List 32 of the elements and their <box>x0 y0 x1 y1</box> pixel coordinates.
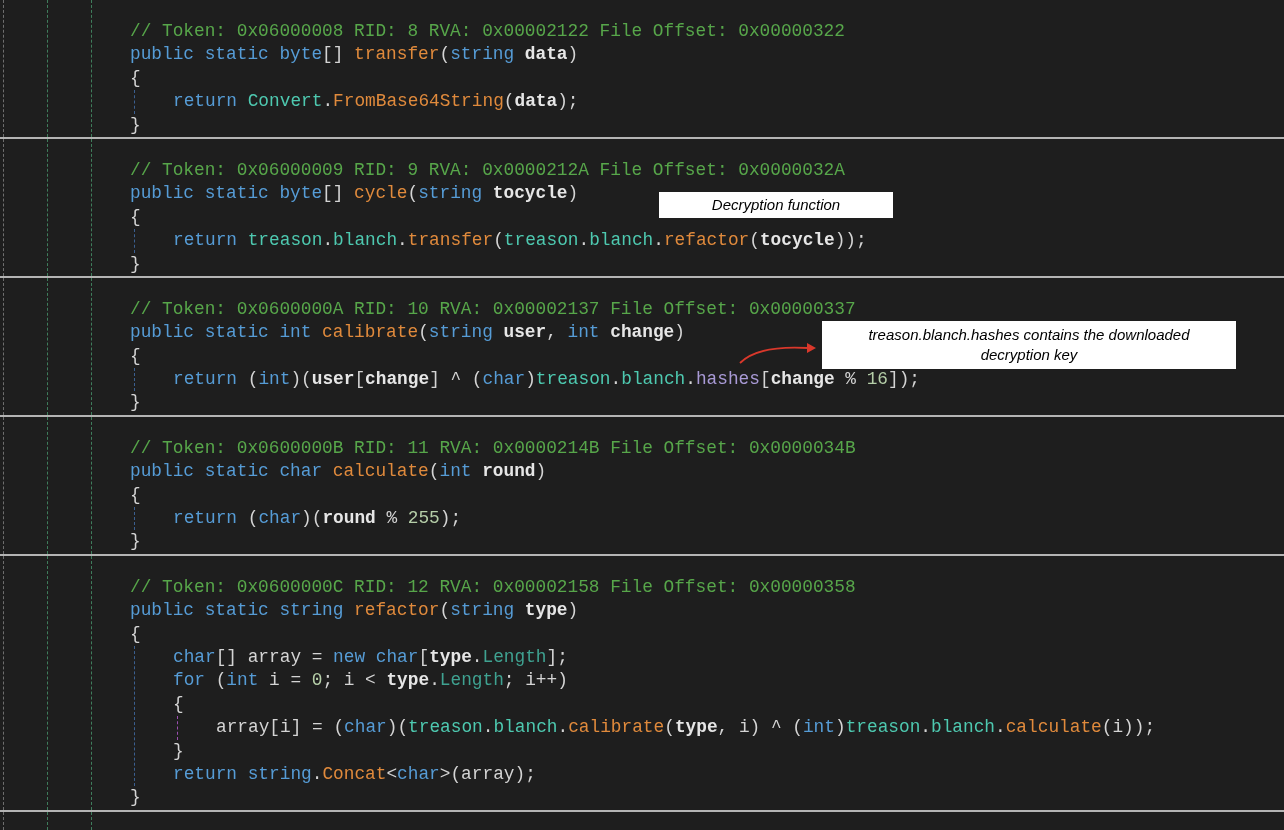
code-line: { <box>130 66 141 90</box>
code-line: public static int calibrate(string user, int change) <box>130 321 685 345</box>
code-line: return (char)(round % 255); <box>173 507 462 531</box>
annotation-label: treason.blanch.hashes contains the downloaded decryption key <box>822 321 1236 369</box>
code-line: for (int i = 0; i < type.Length; i++) <box>173 669 568 693</box>
code-comment: // Token: 0x06000008 RID: 8 RVA: 0x00002122 File Offset: 0x00000322 <box>130 20 845 43</box>
code-line: } <box>130 252 141 276</box>
code-comment: // Token: 0x06000009 RID: 9 RVA: 0x0000212A File Offset: 0x0000032A <box>130 158 845 182</box>
code-line: array[i] = (char)(treason.blanch.calibrate(type, i) ^ (int)treason.blanch.calculate(i)); <box>216 716 1156 740</box>
annotation-label: Decryption function <box>659 192 893 218</box>
code-line: { <box>173 692 184 716</box>
code-line: public static string refactor(string type) <box>130 599 579 623</box>
code-line: { <box>130 622 141 646</box>
code-line: { <box>130 344 141 368</box>
code-line: } <box>173 739 184 763</box>
code-line: } <box>130 391 141 415</box>
code-line: return (int)(user[change] ^ (char)treason.blanch.hashes[change % 16]); <box>173 368 921 392</box>
code-line: return treason.blanch.transfer(treason.blanch.refactor(tocycle)); <box>173 229 867 253</box>
code-comment: // Token: 0x0600000A RID: 10 RVA: 0x00002137 File Offset: 0x00000337 <box>130 297 856 321</box>
code-line: char[] array = new char[type.Length]; <box>173 646 568 669</box>
code-line: { <box>130 483 141 507</box>
code-comment: // Token: 0x0600000B RID: 11 RVA: 0x0000214B File Offset: 0x0000034B <box>130 436 856 460</box>
code-line: return Convert.FromBase64String(data); <box>173 90 579 114</box>
code-line: public static byte[] transfer(string data) <box>130 43 579 67</box>
code-line: } <box>130 786 141 810</box>
code-line: public static char calculate(int round) <box>130 460 547 484</box>
code-line: } <box>130 530 141 554</box>
code-line: { <box>130 205 141 229</box>
code-line: return string.Concat<char>(array); <box>173 762 536 786</box>
code-line: } <box>130 113 141 137</box>
code-line: public static byte[] cycle(string tocycle) <box>130 182 579 206</box>
code-comment: // Token: 0x0600000C RID: 12 RVA: 0x00002158 File Offset: 0x00000358 <box>130 575 856 599</box>
